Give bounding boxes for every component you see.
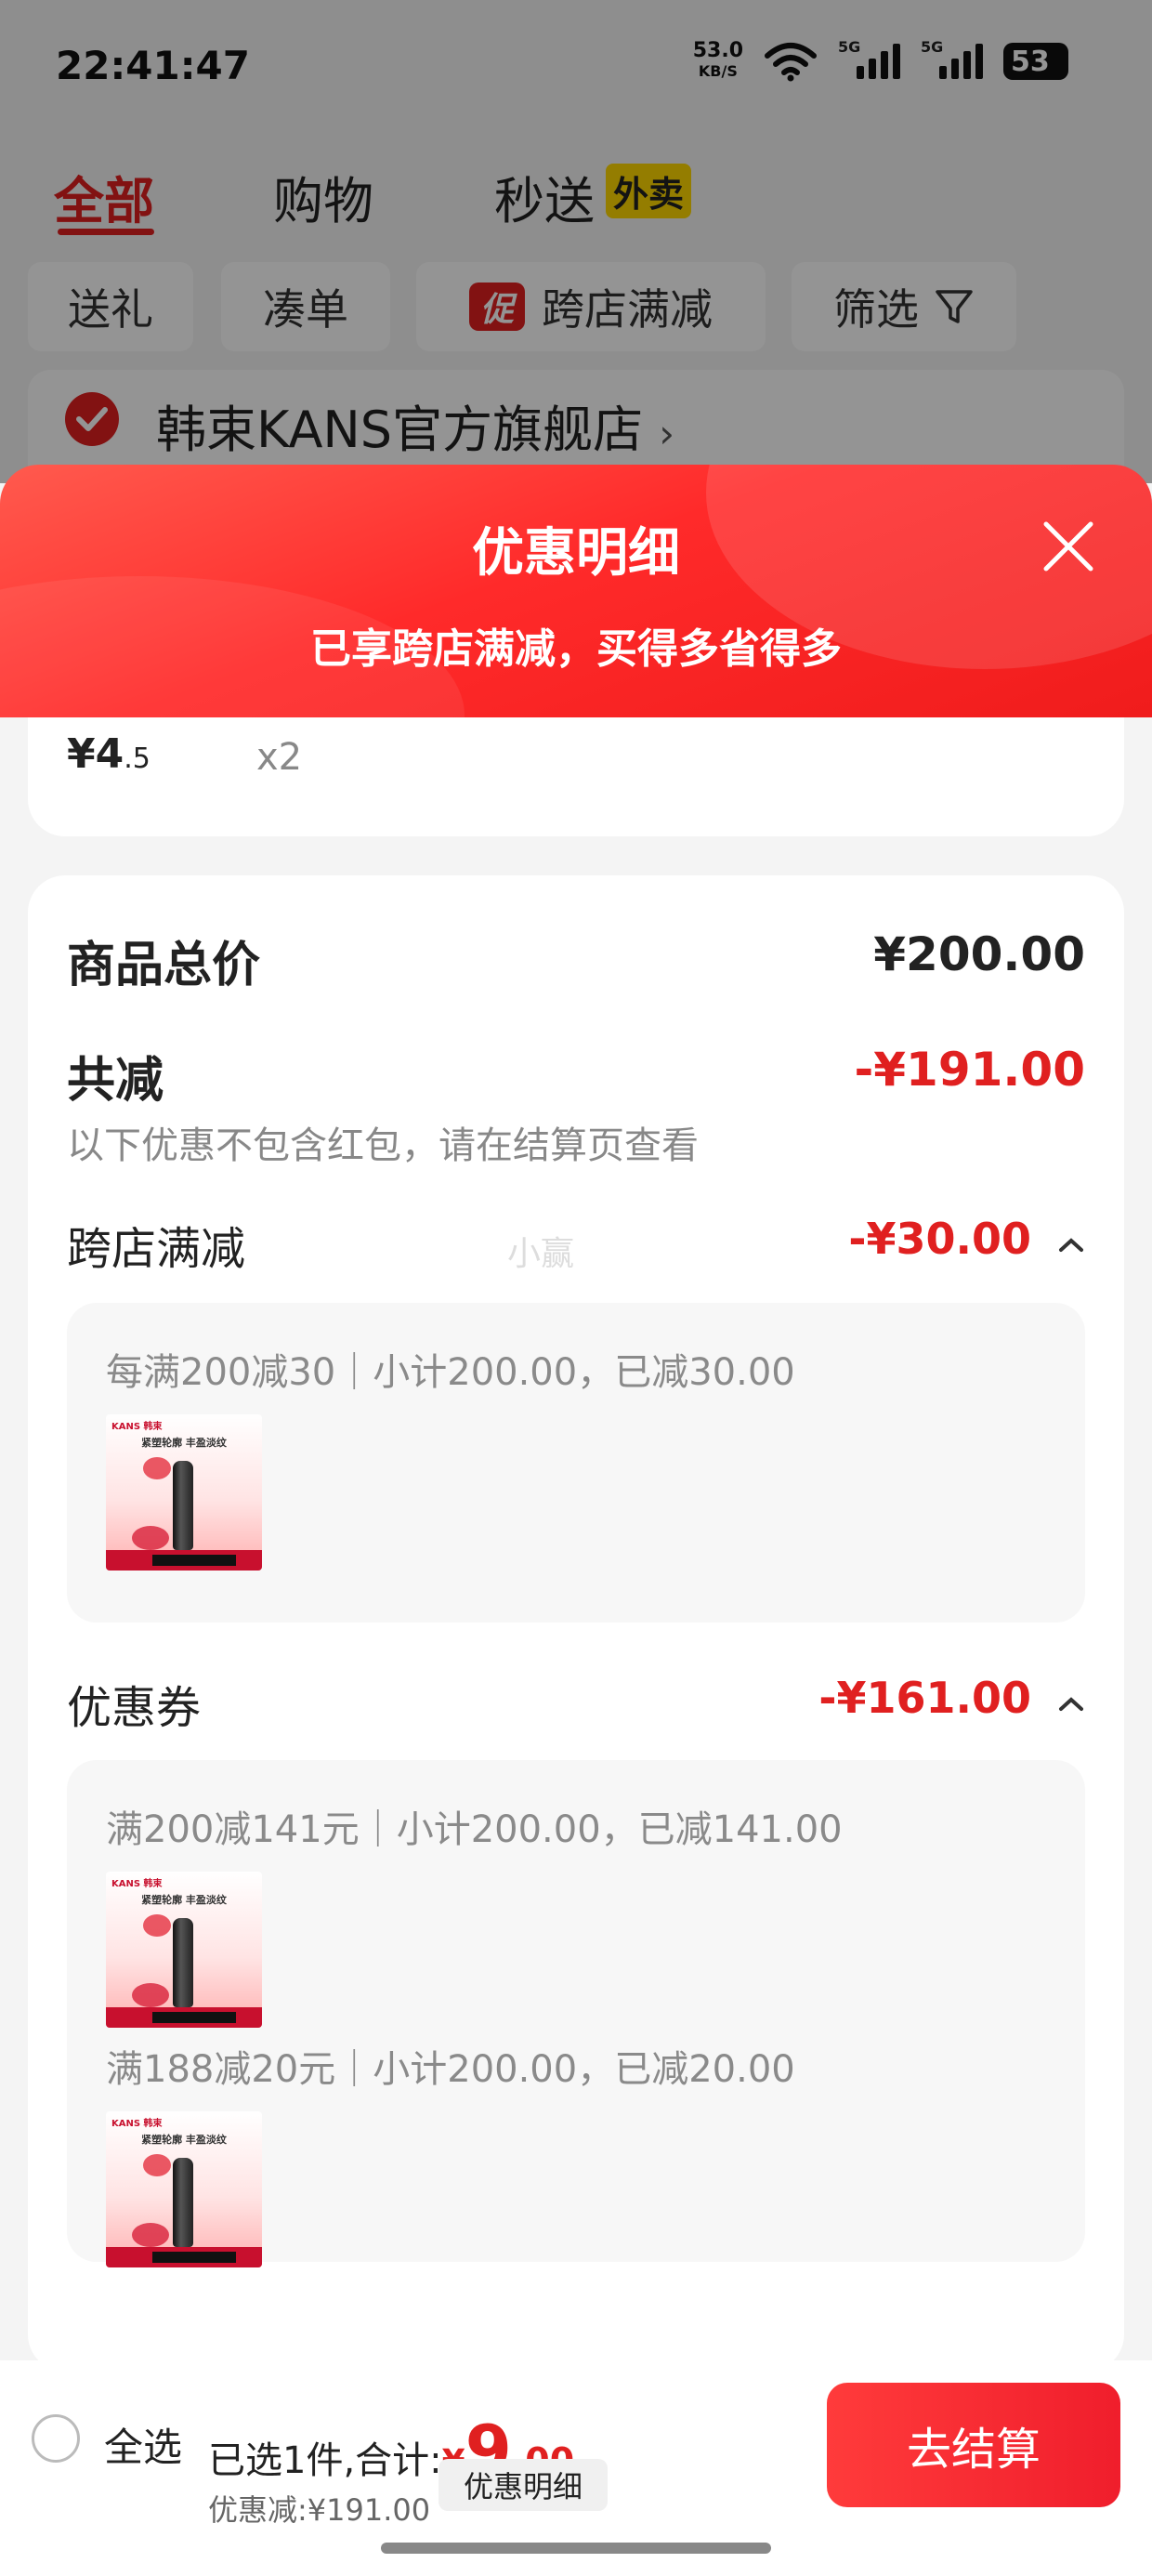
modal-backdrop[interactable] — [0, 0, 1152, 483]
item-price: ¥4.5 — [67, 730, 151, 778]
thumb-brand: KANS 韩束 — [111, 1422, 163, 1432]
coupon-value-row[interactable]: -¥161.00 — [818, 1673, 1085, 1723]
cross-store-label: 跨店满减 — [67, 1223, 246, 1275]
thumb-headline: 紧塑轮廓 丰盈淡纹 — [141, 1894, 227, 1906]
cross-store-value: -¥30.00 — [848, 1214, 1031, 1264]
cross-store-value-row[interactable]: -¥30.00 — [848, 1214, 1085, 1264]
select-all-label[interactable]: 全选 — [104, 2416, 182, 2473]
total-reduction-label: 共减 — [67, 1053, 164, 1109]
discount-detail-button[interactable]: 优惠明细 — [439, 2459, 608, 2511]
discount-amount: 优惠减:¥191.00 — [208, 2492, 431, 2528]
product-thumbnail[interactable]: KANS 韩束 紧塑轮廓 丰盈淡纹 — [106, 1872, 262, 2028]
total-price-label: 商品总价 — [67, 938, 261, 993]
total-price-value: ¥200.00 — [873, 927, 1085, 981]
sheet-subtitle: 已享跨店满减，买得多省得多 — [310, 625, 842, 673]
item-quantity: x2 — [256, 736, 303, 779]
thumb-brand: KANS 韩束 — [111, 2119, 163, 2129]
cross-store-detail-text: 每满200减30｜小计200.00，已减30.00 — [106, 1351, 795, 1394]
product-thumbnail[interactable]: KANS 韩束 紧塑轮廓 丰盈淡纹 — [106, 2111, 262, 2267]
total-reduction-value: -¥191.00 — [854, 1043, 1086, 1097]
coupon-detail-box: 满200减141元｜小计200.00，已减141.00 KANS 韩束 紧塑轮廓… — [67, 1760, 1085, 2267]
item-price-int: ¥4 — [67, 730, 124, 778]
discount-detail-card: 商品总价 ¥200.00 共减 -¥191.00 以下优惠不包含红包，请在结算页… — [28, 875, 1124, 2372]
selection-prefix: 已选1件,合计: — [208, 2439, 442, 2482]
cross-store-detail-box: 每满200减30｜小计200.00，已减30.00 KANS 韩束 紧塑轮廓 丰… — [67, 1303, 1085, 1623]
close-icon[interactable] — [1039, 517, 1098, 576]
select-all-checkbox[interactable] — [32, 2414, 80, 2463]
coupon-label: 优惠券 — [67, 1682, 202, 1734]
watermark: 小赢 — [507, 1235, 575, 1273]
coupon-detail-text-1: 满200减141元｜小计200.00，已减141.00 — [106, 1808, 843, 1851]
checkout-button[interactable]: 去结算 — [827, 2383, 1120, 2507]
discount-sheet-header: 优惠明细 已享跨店满减，买得多省得多 — [0, 465, 1152, 717]
discount-note: 以下优惠不包含红包，请在结算页查看 — [67, 1124, 699, 1167]
product-thumbnail[interactable]: KANS 韩束 紧塑轮廓 丰盈淡纹 — [106, 1414, 262, 1571]
sheet-title: 优惠明细 — [472, 523, 680, 584]
chevron-up-icon — [1059, 1697, 1083, 1711]
item-card: ¥4.5 x2 — [28, 717, 1124, 836]
thumb-headline: 紧塑轮廓 丰盈淡纹 — [141, 1437, 227, 1449]
thumb-brand: KANS 韩束 — [111, 1879, 163, 1889]
coupon-detail-text-2: 满188减20元｜小计200.00，已减20.00 — [106, 2048, 795, 2091]
chevron-up-icon — [1059, 1238, 1083, 1252]
item-price-dec: .5 — [124, 743, 151, 775]
thumb-headline: 紧塑轮廓 丰盈淡纹 — [141, 2134, 227, 2146]
home-indicator[interactable] — [381, 2543, 771, 2554]
coupon-value: -¥161.00 — [818, 1673, 1031, 1723]
